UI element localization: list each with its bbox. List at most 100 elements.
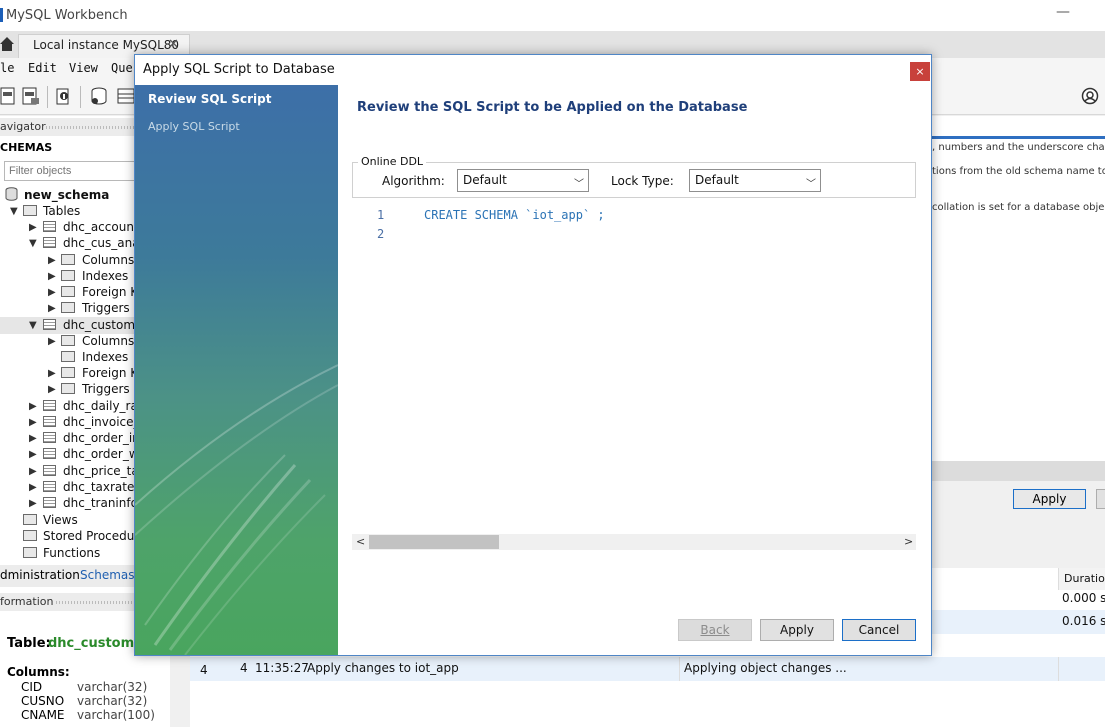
dialog-title: Apply SQL Script to Database xyxy=(143,62,335,77)
collapse-triangle-icon[interactable]: ▼ xyxy=(29,320,37,331)
help-text-line: tions from the old schema name to the ne xyxy=(932,166,1105,177)
table-icon xyxy=(43,448,56,459)
lock-type-value: Default xyxy=(695,173,739,187)
expand-triangle-icon[interactable]: ▶ xyxy=(48,384,56,395)
information-label: formation xyxy=(0,595,54,608)
back-button[interactable]: Back xyxy=(678,619,752,641)
expand-triangle-icon[interactable]: ▶ xyxy=(29,466,37,477)
tree-views[interactable]: Views xyxy=(43,513,78,527)
window-titlebar xyxy=(0,0,1105,31)
expand-triangle-icon[interactable]: ▶ xyxy=(29,222,37,233)
expand-triangle-icon[interactable]: ▶ xyxy=(29,449,37,460)
output-row-action: Apply changes to iot_app xyxy=(307,661,459,675)
dialog-close-button[interactable]: × xyxy=(910,62,930,81)
settings-icon[interactable] xyxy=(1081,87,1099,105)
expand-triangle-icon[interactable]: ▶ xyxy=(48,336,56,347)
scroll-left-icon[interactable]: < xyxy=(356,535,365,548)
expand-triangle-icon[interactable]: ▶ xyxy=(48,368,56,379)
panel-divider xyxy=(930,461,1105,481)
expand-triangle-icon[interactable]: ▶ xyxy=(48,255,56,266)
indexes-folder-icon xyxy=(61,351,75,362)
views-folder-icon xyxy=(23,514,37,525)
tree-table-item[interactable]: dhc_account xyxy=(63,220,139,234)
tree-tables[interactable]: Tables xyxy=(43,204,80,218)
collapse-triangle-icon[interactable]: ▼ xyxy=(10,206,18,217)
tree-triggers[interactable]: Triggers xyxy=(82,301,130,315)
tree-indexes[interactable]: Indexes xyxy=(82,350,128,364)
table-icon xyxy=(43,237,56,248)
help-text-line: collation is set for a database object (… xyxy=(932,202,1105,213)
window-title: MySQL Workbench xyxy=(6,8,128,23)
tree-indexes[interactable]: Indexes xyxy=(82,269,128,283)
sql-editor[interactable] xyxy=(352,204,916,534)
wizard-step-review: Review SQL Script xyxy=(148,92,272,106)
close-tab-icon[interactable]: ✕ xyxy=(168,37,179,52)
info-columns-label: Columns: xyxy=(7,665,70,679)
column-divider xyxy=(1058,657,1059,681)
code-line: CREATE SCHEMA `iot_app` ; xyxy=(424,208,605,222)
dialog-apply-button[interactable]: Apply xyxy=(760,619,834,641)
open-sql-script-icon[interactable] xyxy=(21,86,41,106)
tree-table-item[interactable]: dhc_order_inf xyxy=(63,431,144,445)
new-sql-tab-icon[interactable] xyxy=(0,86,20,106)
tab-administration[interactable]: dministration xyxy=(0,568,80,582)
home-icon[interactable] xyxy=(0,36,14,52)
tree-columns[interactable]: Columns xyxy=(82,334,134,348)
columns-folder-icon xyxy=(61,335,75,346)
expand-triangle-icon[interactable]: ▶ xyxy=(29,498,37,509)
columns-folder-icon xyxy=(61,254,75,265)
inspector-icon[interactable] xyxy=(54,86,74,106)
minimize-button[interactable]: — xyxy=(1052,4,1074,24)
database-icon xyxy=(5,187,18,201)
filter-objects-input[interactable] xyxy=(4,161,144,181)
table-icon xyxy=(43,221,56,232)
create-table-icon[interactable] xyxy=(116,86,136,106)
scrollbar-thumb[interactable] xyxy=(369,535,499,549)
info-column-name: CID xyxy=(21,680,43,694)
collapse-triangle-icon[interactable]: ▼ xyxy=(29,238,37,249)
tab-schemas[interactable]: Schemas xyxy=(80,568,135,582)
revert-button[interactable] xyxy=(1096,489,1105,509)
expand-triangle-icon[interactable]: ▶ xyxy=(29,401,37,412)
expand-triangle-icon[interactable]: ▶ xyxy=(29,482,37,493)
folder-icon xyxy=(23,205,37,216)
help-text-line: , numbers and the underscore charact xyxy=(932,142,1105,153)
tree-functions[interactable]: Functions xyxy=(43,546,100,560)
lock-type-select[interactable]: Default xyxy=(689,169,821,192)
cancel-button[interactable]: Cancel xyxy=(842,619,916,641)
triggers-folder-icon xyxy=(61,302,75,313)
algorithm-value: Default xyxy=(463,173,507,187)
toolbar-separator xyxy=(80,86,81,108)
line-number: 1 xyxy=(377,208,385,222)
output-row-message: Applying object changes ... xyxy=(684,661,847,675)
navigator-label: avigator xyxy=(0,120,46,133)
chevron-down-icon: ﹀ xyxy=(806,179,816,190)
output-row-time: 11:35:27 xyxy=(255,661,309,675)
expand-triangle-icon[interactable]: ▶ xyxy=(48,271,56,282)
triggers-folder-icon xyxy=(61,383,75,394)
expand-triangle-icon[interactable]: ▶ xyxy=(48,303,56,314)
menu-file[interactable]: le xyxy=(0,61,14,75)
table-icon xyxy=(43,432,56,443)
tree-columns[interactable]: Columns xyxy=(82,253,134,267)
menu-view[interactable]: View xyxy=(69,61,98,75)
apply-button[interactable]: Apply xyxy=(1013,489,1086,509)
tree-triggers[interactable]: Triggers xyxy=(82,382,130,396)
table-icon xyxy=(43,319,56,330)
table-icon xyxy=(43,400,56,411)
info-table-prefix: Table: xyxy=(7,636,51,651)
tree-table-item[interactable]: dhc_traninfo xyxy=(63,496,138,510)
toolbar-separator xyxy=(47,86,48,108)
algorithm-select[interactable]: Default xyxy=(457,169,589,192)
menu-edit[interactable]: Edit xyxy=(28,61,57,75)
indexes-folder-icon xyxy=(61,270,75,281)
expand-triangle-icon[interactable]: ▶ xyxy=(48,287,56,298)
table-icon xyxy=(43,481,56,492)
create-schema-icon[interactable] xyxy=(89,86,109,106)
wizard-step-apply: Apply SQL Script xyxy=(148,120,240,133)
expand-triangle-icon[interactable]: ▶ xyxy=(29,433,37,444)
expand-triangle-icon[interactable]: ▶ xyxy=(29,417,37,428)
scroll-right-icon[interactable]: > xyxy=(904,535,913,548)
tree-schema-new-schema[interactable]: new_schema xyxy=(24,188,109,202)
tree-table-item[interactable]: dhc_taxrate xyxy=(63,480,134,494)
